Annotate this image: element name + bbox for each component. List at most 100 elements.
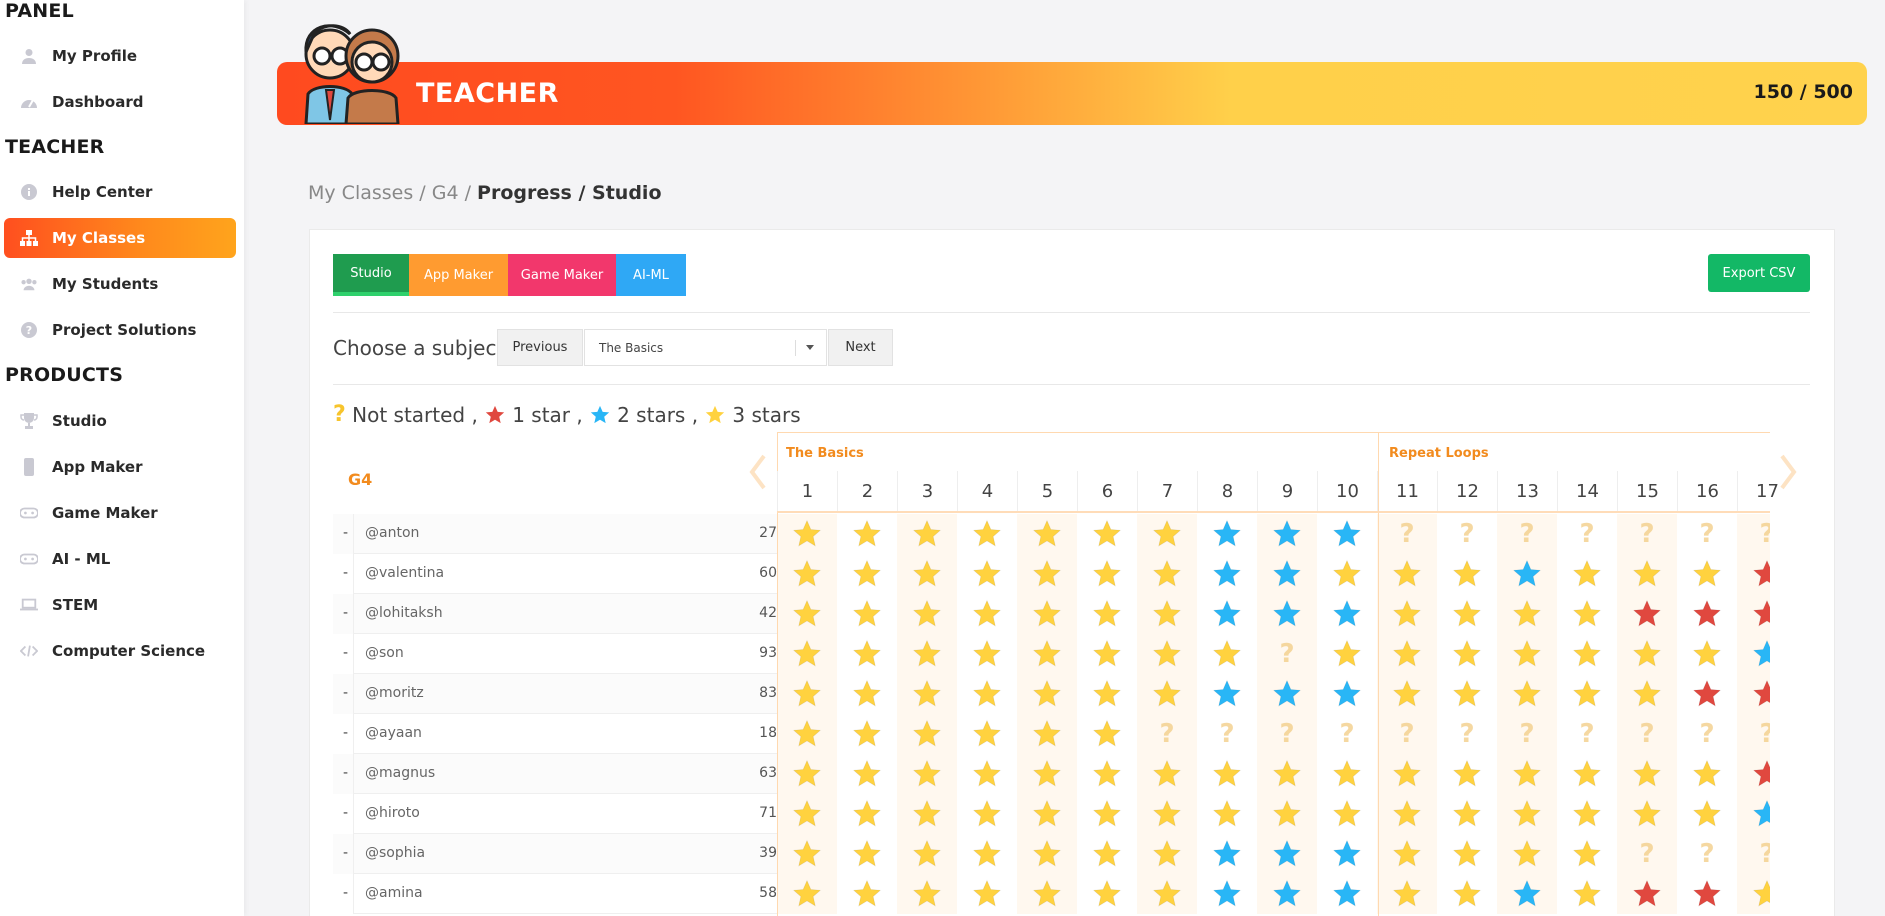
progress-cell[interactable]: [1377, 594, 1437, 634]
progress-cell[interactable]: [897, 754, 957, 794]
progress-cell[interactable]: ?: [1497, 714, 1557, 754]
progress-cell[interactable]: ?: [1557, 514, 1617, 554]
progress-cell[interactable]: [1017, 634, 1077, 674]
progress-cell[interactable]: [957, 514, 1017, 554]
progress-cell[interactable]: [1197, 754, 1257, 794]
progress-cell[interactable]: [1557, 674, 1617, 714]
progress-cell[interactable]: [837, 874, 897, 914]
progress-cell[interactable]: ?: [1437, 714, 1497, 754]
progress-cell[interactable]: [1137, 554, 1197, 594]
progress-cell[interactable]: ?: [1557, 714, 1617, 754]
progress-cell[interactable]: [897, 794, 957, 834]
progress-cell[interactable]: [897, 514, 957, 554]
sidebar-item-my-classes[interactable]: My Classes: [4, 218, 236, 258]
previous-button[interactable]: Previous: [497, 329, 583, 366]
progress-cell[interactable]: [1197, 634, 1257, 674]
progress-cell[interactable]: [1257, 554, 1317, 594]
progress-cell[interactable]: [897, 834, 957, 874]
progress-cell[interactable]: [897, 874, 957, 914]
tab-app-maker[interactable]: App Maker: [409, 254, 508, 296]
progress-cell[interactable]: [1197, 554, 1257, 594]
progress-cell[interactable]: [1497, 634, 1557, 674]
progress-cell[interactable]: [1017, 754, 1077, 794]
progress-cell[interactable]: ?: [1257, 634, 1317, 674]
progress-cell[interactable]: ?: [1497, 514, 1557, 554]
progress-cell[interactable]: [957, 634, 1017, 674]
student-row[interactable]: - @hiroto 71: [333, 794, 777, 834]
progress-cell[interactable]: [1017, 554, 1077, 594]
progress-cell[interactable]: [1557, 874, 1617, 914]
progress-cell[interactable]: [1377, 674, 1437, 714]
progress-cell[interactable]: [1437, 754, 1497, 794]
progress-cell[interactable]: ?: [1617, 834, 1677, 874]
progress-cell[interactable]: [1617, 794, 1677, 834]
progress-cell[interactable]: ?: [1437, 514, 1497, 554]
progress-cell[interactable]: [1737, 554, 1770, 594]
sidebar-item-my-students[interactable]: My Students: [4, 264, 236, 304]
progress-cell[interactable]: [897, 594, 957, 634]
progress-cell[interactable]: ?: [1737, 714, 1770, 754]
progress-cell[interactable]: [1017, 514, 1077, 554]
progress-cell[interactable]: [1317, 754, 1377, 794]
progress-cell[interactable]: [1137, 794, 1197, 834]
progress-cell[interactable]: [1077, 594, 1137, 634]
progress-cell[interactable]: [1257, 834, 1317, 874]
progress-cell[interactable]: [1437, 794, 1497, 834]
progress-cell[interactable]: [1617, 554, 1677, 594]
progress-cell[interactable]: [777, 714, 837, 754]
progress-cell[interactable]: [1077, 714, 1137, 754]
progress-cell[interactable]: [1557, 634, 1617, 674]
progress-cell[interactable]: [1077, 754, 1137, 794]
progress-cell[interactable]: [1137, 634, 1197, 674]
student-row[interactable]: - @ayaan 18: [333, 714, 777, 754]
progress-cell[interactable]: ?: [1617, 514, 1677, 554]
progress-cell[interactable]: [1497, 794, 1557, 834]
progress-cell[interactable]: [1677, 874, 1737, 914]
progress-cell[interactable]: [837, 674, 897, 714]
progress-cell[interactable]: [1257, 874, 1317, 914]
scroll-left-arrow-icon[interactable]: [746, 452, 770, 492]
progress-cell[interactable]: [1437, 874, 1497, 914]
sidebar-item-dashboard[interactable]: Dashboard: [4, 82, 236, 122]
progress-cell[interactable]: [897, 674, 957, 714]
progress-cell[interactable]: ?: [1137, 714, 1197, 754]
progress-cell[interactable]: [957, 834, 1017, 874]
progress-cell[interactable]: [1257, 514, 1317, 554]
progress-cell[interactable]: [1317, 794, 1377, 834]
progress-cell[interactable]: [1017, 674, 1077, 714]
progress-cell[interactable]: [1077, 554, 1137, 594]
progress-cell[interactable]: ?: [1377, 714, 1437, 754]
progress-cell[interactable]: [1617, 874, 1677, 914]
progress-cell[interactable]: [1677, 754, 1737, 794]
progress-cell[interactable]: [1377, 634, 1437, 674]
progress-cell[interactable]: ?: [1677, 514, 1737, 554]
progress-cell[interactable]: [1317, 634, 1377, 674]
progress-cell[interactable]: [957, 594, 1017, 634]
progress-cell[interactable]: [1197, 594, 1257, 634]
student-row[interactable]: - @sophia 39: [333, 834, 777, 874]
progress-cell[interactable]: [777, 554, 837, 594]
progress-cell[interactable]: [1077, 634, 1137, 674]
progress-cell[interactable]: [1497, 754, 1557, 794]
progress-cell[interactable]: [1677, 554, 1737, 594]
student-row[interactable]: - @son 93: [333, 634, 777, 674]
progress-cell[interactable]: [1197, 514, 1257, 554]
progress-cell[interactable]: ?: [1677, 834, 1737, 874]
progress-cell[interactable]: ?: [1197, 714, 1257, 754]
progress-cell[interactable]: [1317, 514, 1377, 554]
progress-cell[interactable]: [957, 874, 1017, 914]
progress-cell[interactable]: [1557, 834, 1617, 874]
progress-cell[interactable]: [1317, 874, 1377, 914]
progress-cell[interactable]: [777, 874, 837, 914]
progress-cell[interactable]: [1557, 794, 1617, 834]
sidebar-item-my-profile[interactable]: My Profile: [4, 36, 236, 76]
tab-ai-ml[interactable]: AI-ML: [616, 254, 686, 296]
progress-cell[interactable]: [1737, 594, 1770, 634]
breadcrumb-my-classes[interactable]: My Classes: [308, 182, 413, 204]
progress-cell[interactable]: [957, 554, 1017, 594]
progress-cell[interactable]: [1017, 874, 1077, 914]
progress-cell[interactable]: ?: [1737, 514, 1770, 554]
progress-cell[interactable]: [837, 834, 897, 874]
next-button[interactable]: Next: [828, 329, 893, 366]
progress-cell[interactable]: [1557, 554, 1617, 594]
